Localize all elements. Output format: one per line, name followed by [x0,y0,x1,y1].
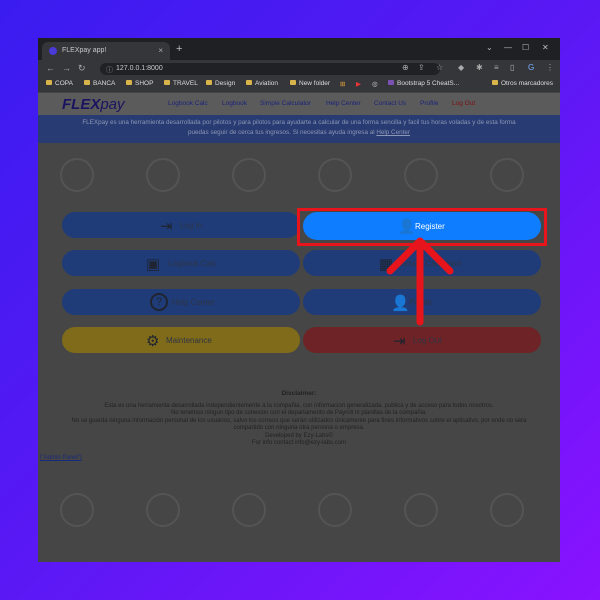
screenshot-background: { "browser": { "tab_title": "FLEXpay app… [0,0,600,600]
annotation-arrow [386,237,454,326]
